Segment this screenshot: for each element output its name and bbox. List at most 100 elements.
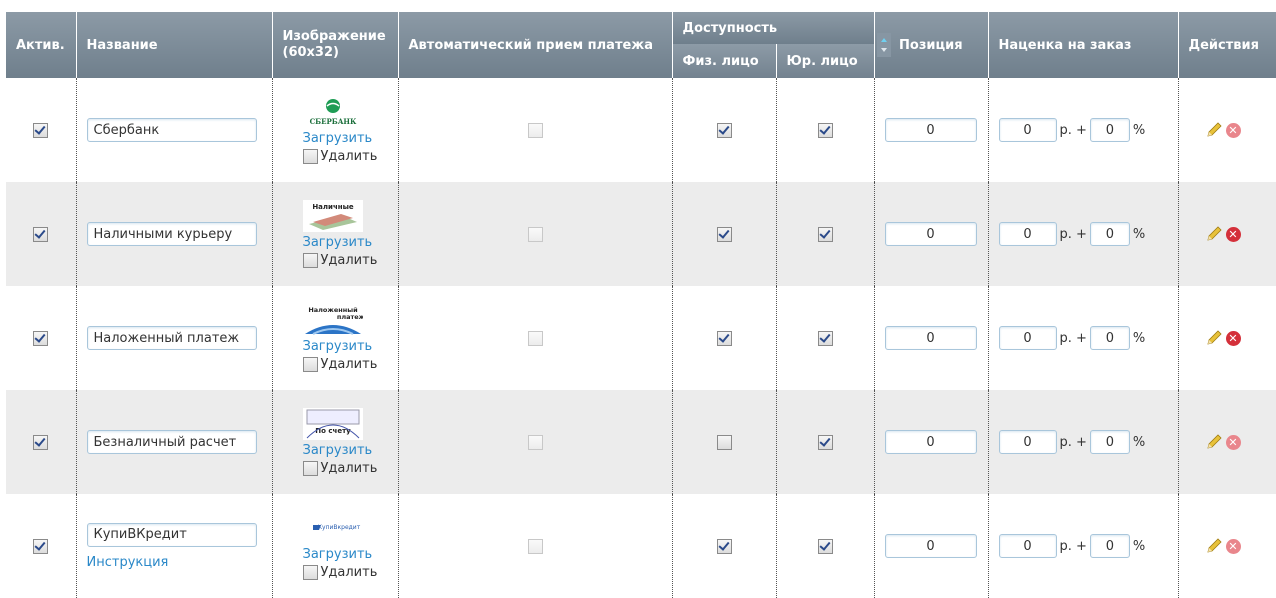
delete-option[interactable]: Удалить — [302, 357, 398, 372]
delete-option[interactable]: Удалить — [302, 565, 398, 580]
payment-methods-table: Актив. Название Изображение (60x32) Авто… — [6, 12, 1276, 598]
jur-checkbox[interactable] — [817, 434, 833, 450]
delete-label: Удалить — [320, 253, 378, 268]
edit-icon[interactable] — [1205, 121, 1223, 139]
upload-link[interactable]: Загрузить — [303, 131, 373, 146]
name-input[interactable] — [86, 522, 257, 547]
col-image: Изображение (60x32) — [272, 12, 399, 78]
delete-label: Удалить — [320, 149, 378, 164]
markup-rub-input[interactable] — [998, 430, 1057, 454]
rub-label: р. + — [1059, 122, 1087, 138]
phys-checkbox[interactable] — [716, 538, 732, 554]
position-input[interactable] — [884, 430, 977, 454]
table-row: СБЕРБАНК Загрузить Удалить р. +% ✕ — [6, 78, 1276, 182]
markup-rub-input[interactable] — [998, 118, 1057, 142]
percent-label: % — [1132, 330, 1146, 346]
position-input[interactable] — [884, 326, 977, 350]
col-actions: Действия — [1178, 12, 1276, 78]
col-auto-payment: Автоматический прием платежа — [398, 12, 673, 78]
col-jur: Юр. лицо — [776, 44, 875, 78]
active-checkbox[interactable] — [33, 434, 49, 450]
table-row: Инструкция КупиВкредит Загрузить Удалить… — [6, 494, 1276, 598]
name-input[interactable] — [86, 222, 257, 246]
markup-percent-input[interactable] — [1089, 534, 1130, 558]
upload-link[interactable]: Загрузить — [303, 547, 373, 562]
percent-label: % — [1132, 434, 1146, 450]
position-input[interactable] — [884, 222, 977, 246]
phys-checkbox[interactable] — [716, 226, 732, 242]
payment-logo-image: Наличные — [302, 200, 398, 232]
markup-percent-input[interactable] — [1089, 222, 1130, 246]
percent-label: % — [1132, 122, 1146, 138]
svg-text:КупиВкредит: КупиВкредит — [317, 524, 360, 531]
name-input[interactable] — [86, 326, 257, 350]
delete-icon[interactable]: ✕ — [1225, 122, 1241, 138]
jur-checkbox[interactable] — [817, 538, 833, 554]
edit-icon[interactable] — [1205, 537, 1223, 555]
delete-checkbox[interactable] — [302, 461, 318, 476]
col-position: Позиция — [874, 12, 989, 78]
col-name: Название — [76, 12, 273, 78]
markup-percent-input[interactable] — [1089, 326, 1130, 350]
delete-option[interactable]: Удалить — [302, 253, 398, 268]
markup-rub-input[interactable] — [998, 222, 1057, 246]
delete-icon[interactable]: ✕ — [1225, 330, 1241, 346]
delete-checkbox[interactable] — [302, 357, 318, 372]
percent-label: % — [1132, 538, 1146, 554]
rub-label: р. + — [1059, 330, 1087, 346]
markup-percent-input[interactable] — [1089, 118, 1130, 142]
edit-icon[interactable] — [1205, 433, 1223, 451]
phys-checkbox[interactable] — [716, 434, 732, 450]
jur-checkbox[interactable] — [817, 122, 833, 138]
jur-checkbox[interactable] — [817, 226, 833, 242]
auto-payment-checkbox[interactable] — [527, 538, 543, 554]
delete-icon[interactable]: ✕ — [1225, 226, 1241, 242]
sort-icon[interactable] — [876, 33, 891, 57]
jur-checkbox[interactable] — [817, 330, 833, 346]
upload-link[interactable]: Загрузить — [303, 339, 373, 354]
markup-percent-input[interactable] — [1089, 430, 1130, 454]
rub-label: р. + — [1059, 226, 1087, 242]
phys-checkbox[interactable] — [716, 330, 732, 346]
markup-rub-input[interactable] — [998, 326, 1057, 350]
position-input[interactable] — [884, 534, 977, 558]
auto-payment-checkbox[interactable] — [527, 330, 543, 346]
delete-checkbox[interactable] — [302, 253, 318, 268]
delete-icon[interactable]: ✕ — [1225, 434, 1241, 450]
delete-checkbox[interactable] — [302, 565, 318, 580]
col-markup: Наценка на заказ — [988, 12, 1179, 78]
svg-text:платеж: платеж — [336, 313, 362, 321]
position-input[interactable] — [884, 118, 977, 142]
auto-payment-checkbox[interactable] — [527, 434, 543, 450]
delete-label: Удалить — [320, 357, 378, 372]
table-row: По счету Загрузить Удалить р. +% ✕ — [6, 390, 1276, 494]
markup-rub-input[interactable] — [998, 534, 1057, 558]
phys-checkbox[interactable] — [716, 122, 732, 138]
active-checkbox[interactable] — [33, 226, 49, 242]
col-availability: Доступность — [672, 12, 875, 44]
svg-text:СБЕРБАНК: СБЕРБАНК — [309, 117, 356, 126]
name-input[interactable] — [86, 430, 257, 454]
svg-text:Наличные: Наличные — [312, 203, 354, 211]
delete-label: Удалить — [320, 461, 378, 476]
edit-icon[interactable] — [1205, 329, 1223, 347]
edit-icon[interactable] — [1205, 225, 1223, 243]
payment-logo-image: КупиВкредит — [302, 512, 398, 544]
rub-label: р. + — [1059, 434, 1087, 450]
table-row: Наложенныйплатеж Загрузить Удалить р. +%… — [6, 286, 1276, 390]
delete-option[interactable]: Удалить — [302, 461, 398, 476]
rub-label: р. + — [1059, 538, 1087, 554]
active-checkbox[interactable] — [33, 330, 49, 346]
active-checkbox[interactable] — [33, 538, 49, 554]
delete-option[interactable]: Удалить — [302, 149, 398, 164]
delete-icon[interactable]: ✕ — [1225, 538, 1241, 554]
auto-payment-checkbox[interactable] — [527, 226, 543, 242]
instruction-link[interactable]: Инструкция — [87, 555, 169, 570]
upload-link[interactable]: Загрузить — [303, 443, 373, 458]
name-input[interactable] — [86, 118, 257, 142]
delete-label: Удалить — [320, 565, 378, 580]
auto-payment-checkbox[interactable] — [527, 122, 543, 138]
upload-link[interactable]: Загрузить — [303, 235, 373, 250]
active-checkbox[interactable] — [33, 122, 49, 138]
delete-checkbox[interactable] — [302, 149, 318, 164]
